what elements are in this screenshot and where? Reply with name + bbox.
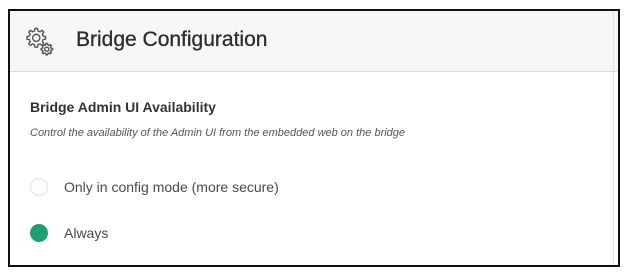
radio-always[interactable] xyxy=(30,224,48,242)
panel-header: Bridge Configuration xyxy=(10,11,618,72)
panel-title: Bridge Configuration xyxy=(76,28,268,51)
bridge-configuration-panel: Bridge Configuration Bridge Admin UI Ava… xyxy=(8,9,620,267)
option-config-mode[interactable]: Only in config mode (more secure) xyxy=(30,176,279,198)
section-title: Bridge Admin UI Availability xyxy=(30,99,216,115)
gears-icon xyxy=(26,27,54,56)
option-always[interactable]: Always xyxy=(30,222,108,244)
vertical-divider xyxy=(613,11,614,265)
option-label: Always xyxy=(64,225,109,241)
section-description: Control the availability of the Admin UI… xyxy=(30,127,406,139)
radio-config-mode[interactable] xyxy=(30,178,48,196)
option-label: Only in config mode (more secure) xyxy=(64,179,279,195)
